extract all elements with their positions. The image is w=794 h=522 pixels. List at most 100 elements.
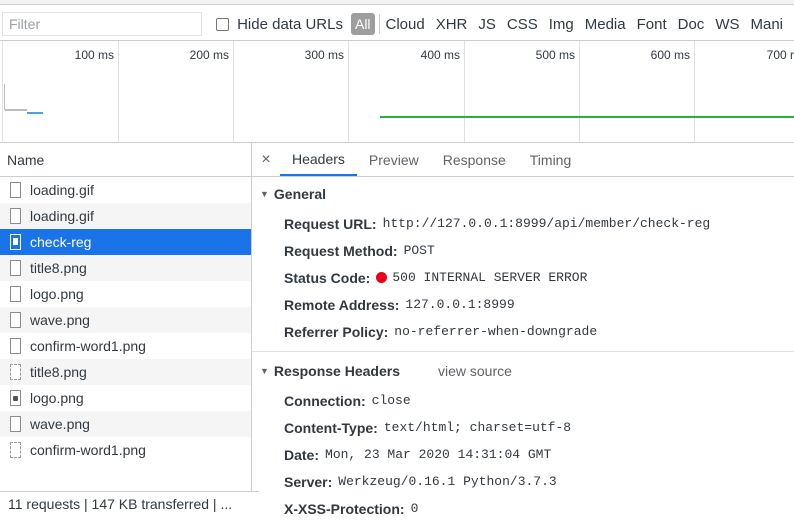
file-icon bbox=[10, 182, 21, 198]
request-row[interactable]: confirm-word1.png bbox=[0, 437, 251, 463]
timeline-gridline bbox=[464, 41, 465, 142]
response-headers-title: Response Headers bbox=[273, 362, 400, 379]
x-xss-protection-row: X-XSS-Protection: 0 bbox=[252, 495, 794, 522]
header-value: 127.0.0.1:8999 bbox=[405, 297, 515, 312]
type-filter-doc[interactable]: Doc bbox=[678, 16, 705, 33]
request-name: title8.png bbox=[30, 364, 87, 380]
request-details-panel: × Headers Preview Response Timing ▼ Gene… bbox=[252, 143, 794, 517]
header-value: Werkzeug/0.16.1 Python/3.7.3 bbox=[338, 474, 557, 489]
hide-data-urls-checkbox[interactable]: Hide data URLs bbox=[216, 16, 343, 33]
remote-address-row: Remote Address: 127.0.0.1:8999 bbox=[252, 291, 794, 318]
request-row[interactable]: loading.gif bbox=[0, 177, 251, 203]
name-column-header[interactable]: Name bbox=[0, 143, 251, 177]
timeline-tick-label: 200 ms bbox=[189, 48, 229, 62]
image-placeholder-icon bbox=[10, 364, 21, 380]
request-row[interactable]: wave.png bbox=[0, 411, 251, 437]
image-thumbnail-icon bbox=[10, 390, 21, 406]
type-filter-all[interactable]: All bbox=[350, 13, 375, 35]
request-row[interactable]: loading.gif bbox=[0, 203, 251, 229]
general-section-header[interactable]: ▼ General bbox=[252, 177, 794, 210]
file-icon bbox=[10, 260, 21, 276]
header-key: Referrer Policy: bbox=[284, 323, 389, 340]
tab-timing[interactable]: Timing bbox=[518, 143, 584, 176]
header-key: Server: bbox=[284, 473, 333, 490]
request-name: check-reg bbox=[30, 234, 92, 250]
timeline-tick-label: 500 ms bbox=[535, 48, 575, 62]
timeline-overview[interactable]: 100 ms 200 ms 300 ms 400 ms 500 ms 600 m… bbox=[0, 41, 794, 143]
timeline-gridline bbox=[233, 41, 234, 142]
header-key: Date: bbox=[284, 446, 320, 463]
tab-headers[interactable]: Headers bbox=[280, 143, 357, 176]
header-value: text/html; charset=utf-8 bbox=[383, 420, 572, 435]
section-divider bbox=[252, 351, 794, 352]
view-source-link[interactable]: view source bbox=[438, 363, 512, 379]
filter-toolbar: Hide data URLs All Cloud XHR JS CSS Img … bbox=[0, 8, 794, 41]
timeline-tick-label: 700 r bbox=[766, 48, 794, 62]
request-url-row: Request URL: http://127.0.0.1:8999/api/me… bbox=[252, 210, 794, 237]
type-filter-css[interactable]: CSS bbox=[507, 16, 538, 33]
header-value: no-referrer-when-downgrade bbox=[394, 324, 598, 339]
request-row-selected[interactable]: check-reg bbox=[0, 229, 251, 255]
status-code-row: Status Code: 500 INTERNAL SERVER ERROR bbox=[252, 264, 794, 291]
header-key: Request Method: bbox=[284, 242, 398, 259]
request-name: loading.gif bbox=[30, 182, 94, 198]
request-row[interactable]: title8.png bbox=[0, 255, 251, 281]
tab-preview[interactable]: Preview bbox=[357, 143, 431, 176]
timeline-request-bar bbox=[380, 116, 794, 118]
status-error-dot-icon bbox=[376, 272, 388, 283]
header-value: http://127.0.0.1:8999/api/member/check-r… bbox=[382, 216, 711, 231]
top-strip bbox=[0, 0, 794, 5]
request-name: wave.png bbox=[30, 416, 90, 432]
type-filter-manifest[interactable]: Mani bbox=[750, 16, 783, 33]
header-key: X-XSS-Protection: bbox=[284, 500, 405, 517]
details-tab-bar: × Headers Preview Response Timing bbox=[252, 143, 794, 177]
request-name: wave.png bbox=[30, 312, 90, 328]
header-value: close bbox=[371, 393, 411, 408]
type-filter-js[interactable]: JS bbox=[478, 16, 496, 33]
timeline-waiting-bar bbox=[5, 109, 27, 111]
triangle-down-icon: ▼ bbox=[260, 365, 269, 376]
filter-input[interactable] bbox=[2, 12, 203, 36]
type-filter-font[interactable]: Font bbox=[637, 16, 667, 33]
type-filter-ws[interactable]: WS bbox=[715, 16, 739, 33]
timeline-tick-label: 400 ms bbox=[420, 48, 460, 62]
header-key: Content-Type: bbox=[284, 419, 378, 436]
timeline-tick-label: 100 ms bbox=[74, 48, 114, 62]
checkbox-box[interactable] bbox=[216, 17, 230, 31]
timeline-start-marker bbox=[4, 84, 5, 110]
request-list: Name loading.gif loading.gif check-reg t… bbox=[0, 143, 259, 516]
timeline-tick-label: 300 ms bbox=[304, 48, 344, 62]
request-row[interactable]: confirm-word1.png bbox=[0, 333, 251, 359]
connection-row: Connection: close bbox=[252, 387, 794, 414]
file-icon bbox=[10, 338, 21, 354]
request-name: logo.png bbox=[30, 286, 84, 302]
close-icon[interactable]: × bbox=[252, 151, 280, 169]
type-filter-img[interactable]: Img bbox=[549, 16, 574, 33]
response-headers-section-header[interactable]: ▼ Response Headers view source bbox=[252, 354, 794, 387]
header-value: 500 INTERNAL SERVER ERROR bbox=[392, 270, 588, 285]
general-section-title: General bbox=[273, 185, 327, 202]
file-icon bbox=[10, 416, 21, 432]
image-placeholder-icon bbox=[10, 442, 21, 458]
header-key: Status Code: bbox=[284, 269, 371, 286]
request-row[interactable]: logo.png bbox=[0, 385, 251, 411]
type-filter-media[interactable]: Media bbox=[585, 16, 626, 33]
request-row[interactable]: logo.png bbox=[0, 281, 251, 307]
tab-response[interactable]: Response bbox=[431, 143, 518, 176]
content-type-row: Content-Type: text/html; charset=utf-8 bbox=[252, 414, 794, 441]
timeline-gridline bbox=[694, 41, 695, 142]
request-row[interactable]: wave.png bbox=[0, 307, 251, 333]
header-value: Mon, 23 Mar 2020 14:31:04 GMT bbox=[325, 447, 552, 462]
header-value: POST bbox=[403, 243, 435, 258]
document-icon bbox=[10, 234, 21, 250]
type-filter-xhr[interactable]: XHR bbox=[436, 16, 468, 33]
timeline-gridline bbox=[579, 41, 580, 142]
request-row[interactable]: title8.png bbox=[0, 359, 251, 385]
header-key: Request URL: bbox=[284, 215, 377, 232]
timeline-gridline bbox=[2, 41, 3, 142]
date-row: Date: Mon, 23 Mar 2020 14:31:04 GMT bbox=[252, 441, 794, 468]
referrer-policy-row: Referrer Policy: no-referrer-when-downgra… bbox=[252, 318, 794, 345]
type-filter-cloud[interactable]: Cloud bbox=[386, 16, 425, 33]
request-name: confirm-word1.png bbox=[30, 338, 146, 354]
request-method-row: Request Method: POST bbox=[252, 237, 794, 264]
